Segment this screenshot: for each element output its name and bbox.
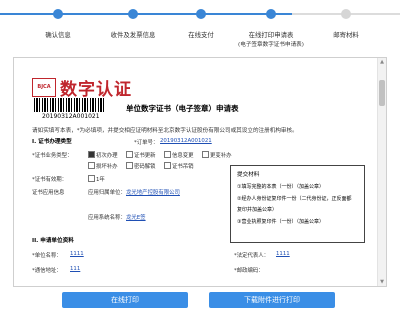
logo-text: 数字认证 (60, 80, 132, 100)
section-applicant: II. 申请单位资料 (32, 238, 74, 244)
app-name-label: 应用系统名称： (88, 215, 126, 221)
address-value: 111 (70, 266, 81, 272)
progress-steps: 确认信息 收件及发票信息 在线支付 在线打印申请表 (电子签章数字证书申请表) … (0, 0, 400, 52)
option-first-apply: 初次办理 (96, 153, 118, 159)
unit-name-label: *单位名称： (32, 253, 62, 259)
document-viewer[interactable]: BJCA 数字认证 20190312A001021 单位数字证书（电子签章）申请… (13, 57, 387, 287)
step-label-mail: 邮寄材料 (333, 31, 359, 39)
app-owner-label: 应用归属单位： (88, 190, 126, 196)
step-dot-print (266, 9, 276, 19)
checkbox-renew (126, 151, 133, 158)
option-revoke: 证书吊销 (172, 164, 194, 170)
option-renew: 证书更新 (134, 153, 156, 159)
unit-name-value: 1111 (70, 251, 84, 257)
option-info-change: 信息变更 (172, 153, 194, 159)
checkbox-info-change (164, 151, 171, 158)
progress-track-done (0, 13, 292, 15)
legal-rep-value: 1111 (276, 251, 290, 257)
barcode-image (34, 98, 104, 112)
order-number-label: *订单号： (134, 140, 159, 146)
checkbox-first-apply (88, 151, 95, 158)
checkbox-change-reissue (202, 151, 209, 158)
print-online-button[interactable]: 在线打印 (62, 292, 188, 308)
step-label-payment: 在线支付 (188, 31, 214, 39)
barcode-number: 20190312A001021 (42, 113, 100, 120)
step-label-print: 在线打印申请表 (248, 31, 294, 39)
order-number-value: 20190312A001021 (160, 138, 212, 144)
option-one-year: 1年 (96, 177, 105, 183)
step-label-confirm: 确认信息 (45, 31, 71, 39)
scrollbar[interactable]: ▲ ▼ (377, 58, 386, 286)
document-title: 单位数字证书（电子签章）申请表 (126, 104, 239, 113)
step-sublabel-print: (电子签章数字证书申请表) (238, 42, 304, 48)
app-name-value: 龙光E签 (126, 215, 146, 221)
note-item: ②经办人身份证复印件一份（二代身份证，正反面都 (237, 196, 352, 202)
address-label: *通信地址： (32, 268, 62, 274)
postcode-label: *邮政编码： (234, 268, 264, 274)
option-change-reissue: 更变补办 (210, 153, 232, 159)
option-unlock: 密码解锁 (134, 164, 156, 170)
legal-rep-label: *法定代表人： (234, 253, 270, 259)
bjca-logo: BJCA (32, 78, 56, 97)
validity-label: *证书有效期： (32, 177, 68, 183)
step-label-shipping: 收件及发票信息 (110, 31, 156, 39)
business-type-label: *证书业务类型： (32, 153, 73, 159)
intro-text: 请如实填写本表，*为必填项，并提交相应证明材料至北京数字认证股份有限公司或其设立… (32, 128, 298, 134)
option-damage-reissue: 损坏补办 (96, 164, 118, 170)
scroll-down-arrow-icon[interactable]: ▼ (378, 278, 386, 286)
step-dot-shipping (128, 9, 138, 19)
app-owner-value: 龙光地产控股有限公司 (126, 190, 180, 196)
step-dot-payment (196, 9, 206, 19)
note-title: 提交材料 (237, 172, 260, 178)
scroll-thumb[interactable] (379, 80, 385, 106)
materials-note: 提交材料 ①填写完整的本表（一份）（加盖公章） ②经办人身份证复印件一份（二代身… (230, 165, 365, 243)
section-cert-type: I. 证书办理类型 (32, 139, 72, 145)
app-info-label: 证书应用信息 (32, 190, 65, 196)
scroll-up-arrow-icon[interactable]: ▲ (378, 58, 386, 66)
note-item: ③营业执照复印件（一份）（加盖公章） (237, 219, 324, 225)
note-item: 复印并加盖公章） (237, 207, 278, 213)
checkbox-unlock (126, 162, 133, 169)
checkbox-damage-reissue (88, 162, 95, 169)
note-item: ①填写完整的本表（一份）（加盖公章） (237, 184, 324, 190)
checkbox-one-year (88, 175, 95, 182)
step-dot-confirm (53, 9, 63, 19)
step-dot-mail (341, 9, 351, 19)
download-print-button[interactable]: 下载附件进行打印 (209, 292, 335, 308)
checkbox-revoke (164, 162, 171, 169)
